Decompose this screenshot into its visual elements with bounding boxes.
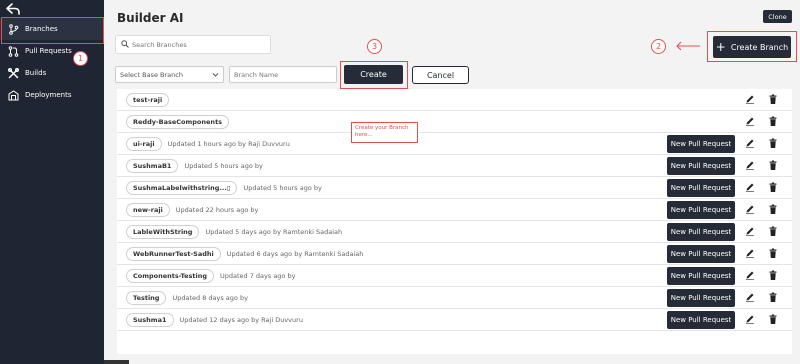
cancel-button[interactable]: Cancel xyxy=(412,66,469,84)
pencil-icon[interactable] xyxy=(745,160,755,170)
sidebar-item-label: Builds xyxy=(25,69,47,77)
branch-updated-text: Updated 12 days ago by Raji Duvvuru xyxy=(179,315,303,324)
annotation-step-1: 1 xyxy=(73,51,88,66)
trash-icon[interactable] xyxy=(768,204,778,215)
pencil-icon[interactable] xyxy=(745,182,755,192)
branch-updated-text: Updated 22 hours ago by xyxy=(175,205,259,214)
trash-icon[interactable] xyxy=(768,160,778,171)
branch-list: test-raji Reddy-BaseComponents ui-raji Upda… xyxy=(117,89,792,354)
trash-icon[interactable] xyxy=(768,292,778,303)
branch-name-field xyxy=(229,66,337,83)
trash-icon[interactable] xyxy=(768,116,778,127)
new-pull-request-button[interactable]: New Pull Request xyxy=(667,289,735,307)
branch-name-pill[interactable]: Reddy-BaseComponents xyxy=(126,114,230,129)
branch-updated-text: Updated 7 days ago by xyxy=(219,271,296,280)
table-row: new-raji Updated 22 hours ago by New Pull … xyxy=(117,199,792,221)
pencil-icon[interactable] xyxy=(745,226,755,236)
branch-updated-text: Updated 8 days ago by xyxy=(172,293,248,302)
horizontal-scrollbar[interactable] xyxy=(104,360,129,364)
sidebar-item-deployments[interactable]: Deployments xyxy=(0,84,104,106)
new-pull-request-button[interactable]: New Pull Request xyxy=(667,157,735,175)
new-pull-request-button[interactable]: New Pull Request xyxy=(667,201,735,219)
branch-name-pill[interactable]: Components-Testing xyxy=(126,268,214,283)
new-pull-request-button[interactable]: New Pull Request xyxy=(667,135,735,153)
annotation-step-3: 3 xyxy=(367,39,382,54)
new-pull-request-button[interactable]: New Pull Request xyxy=(667,179,735,197)
table-row: Testing Updated 8 days ago by New Pull Req… xyxy=(117,287,792,309)
branch-name-pill[interactable]: new-raji xyxy=(126,202,170,217)
table-row: WebRunnerTest-Sadhi Updated 6 days ago by… xyxy=(117,243,792,265)
trash-icon[interactable] xyxy=(768,226,778,237)
deploy-icon xyxy=(8,89,19,101)
branch-updated-text: Updated 1 hours ago by Raji Duvvuru xyxy=(167,139,290,148)
new-pull-request-button[interactable]: New Pull Request xyxy=(667,267,735,285)
table-row: SushmaLabelwithstring...▯ Updated 5 hours… xyxy=(117,177,792,199)
trash-icon[interactable] xyxy=(768,94,778,105)
branch-updated-text: Updated 5 hours ago by xyxy=(184,161,263,170)
pull-request-icon xyxy=(8,45,19,57)
search-icon xyxy=(121,39,129,50)
sidebar: Branches Pull Requests Builds Deployment… xyxy=(0,0,104,364)
annotation-box-create-branch xyxy=(707,31,797,62)
branch-name-input[interactable] xyxy=(230,67,336,82)
new-pull-request-button[interactable]: New Pull Request xyxy=(667,311,735,329)
base-branch-select-value: Select Base Branch xyxy=(120,70,183,79)
search-box xyxy=(115,35,271,54)
branch-name-pill[interactable]: LableWithString xyxy=(126,224,200,239)
branch-updated-text: Updated 5 hours ago by xyxy=(243,183,322,192)
table-row: ui-raji Updated 1 hours ago by Raji Duvvu… xyxy=(117,133,792,155)
table-row: SushmaB1 Updated 5 hours ago by New Pull R… xyxy=(117,155,792,177)
table-row: test-raji xyxy=(117,89,792,111)
branch-name-pill[interactable]: SushmaLabelwithstring...▯ xyxy=(126,180,238,195)
table-row: Components-Testing Updated 7 days ago by N… xyxy=(117,265,792,287)
branch-name-pill[interactable]: WebRunnerTest-Sadhi xyxy=(126,246,221,261)
branch-name-pill[interactable]: SushmaB1 xyxy=(126,158,179,173)
sidebar-item-label: Pull Requests xyxy=(25,47,72,55)
arrow-back-icon[interactable] xyxy=(6,3,20,15)
pencil-icon[interactable] xyxy=(745,116,755,126)
base-branch-select[interactable]: Select Base Branch xyxy=(115,66,224,83)
search-input[interactable] xyxy=(132,40,267,49)
branch-name-pill[interactable]: test-raji xyxy=(126,92,170,107)
pencil-icon[interactable] xyxy=(745,138,755,148)
branch-name-pill[interactable]: Testing xyxy=(126,290,167,305)
sidebar-item-builds[interactable]: Builds xyxy=(0,62,104,84)
annotation-box-branches xyxy=(1,17,104,44)
trash-icon[interactable] xyxy=(768,248,778,259)
trash-icon[interactable] xyxy=(768,270,778,281)
branch-name-pill[interactable]: ui-raji xyxy=(126,136,162,151)
pencil-icon[interactable] xyxy=(745,204,755,214)
trash-icon[interactable] xyxy=(768,138,778,149)
page-title: Builder AI xyxy=(117,11,184,25)
pencil-icon[interactable] xyxy=(745,94,755,104)
pencil-icon[interactable] xyxy=(745,292,755,302)
table-row: LableWithString Updated 5 days ago by Ram… xyxy=(117,221,792,243)
sidebar-item-label: Deployments xyxy=(25,91,72,99)
pencil-icon[interactable] xyxy=(745,248,755,258)
chevron-down-icon xyxy=(212,71,219,78)
new-pull-request-button[interactable]: New Pull Request xyxy=(667,245,735,263)
pencil-icon[interactable] xyxy=(745,270,755,280)
new-pull-request-button[interactable]: New Pull Request xyxy=(667,223,735,241)
table-row: Sushma1 Updated 12 days ago by Raji Duvvu… xyxy=(117,309,792,331)
annotation-box-create xyxy=(340,61,408,89)
annotation-callout: Create your Branch here... xyxy=(351,122,418,143)
branch-name-pill[interactable]: Sushma1 xyxy=(126,312,174,327)
table-row: Reddy-BaseComponents xyxy=(117,111,792,133)
clone-button[interactable]: Clone xyxy=(763,10,792,23)
trash-icon[interactable] xyxy=(768,182,778,193)
annotation-arrow-left-icon xyxy=(675,41,701,53)
pencil-icon[interactable] xyxy=(745,314,755,324)
branch-updated-text: Updated 6 days ago by Ramtenki Sadaiah xyxy=(226,249,364,258)
annotation-step-2: 2 xyxy=(651,39,666,54)
tools-icon xyxy=(8,67,19,79)
trash-icon[interactable] xyxy=(768,314,778,325)
branch-updated-text: Updated 5 days ago by Ramtenki Sadaiah xyxy=(205,227,343,236)
